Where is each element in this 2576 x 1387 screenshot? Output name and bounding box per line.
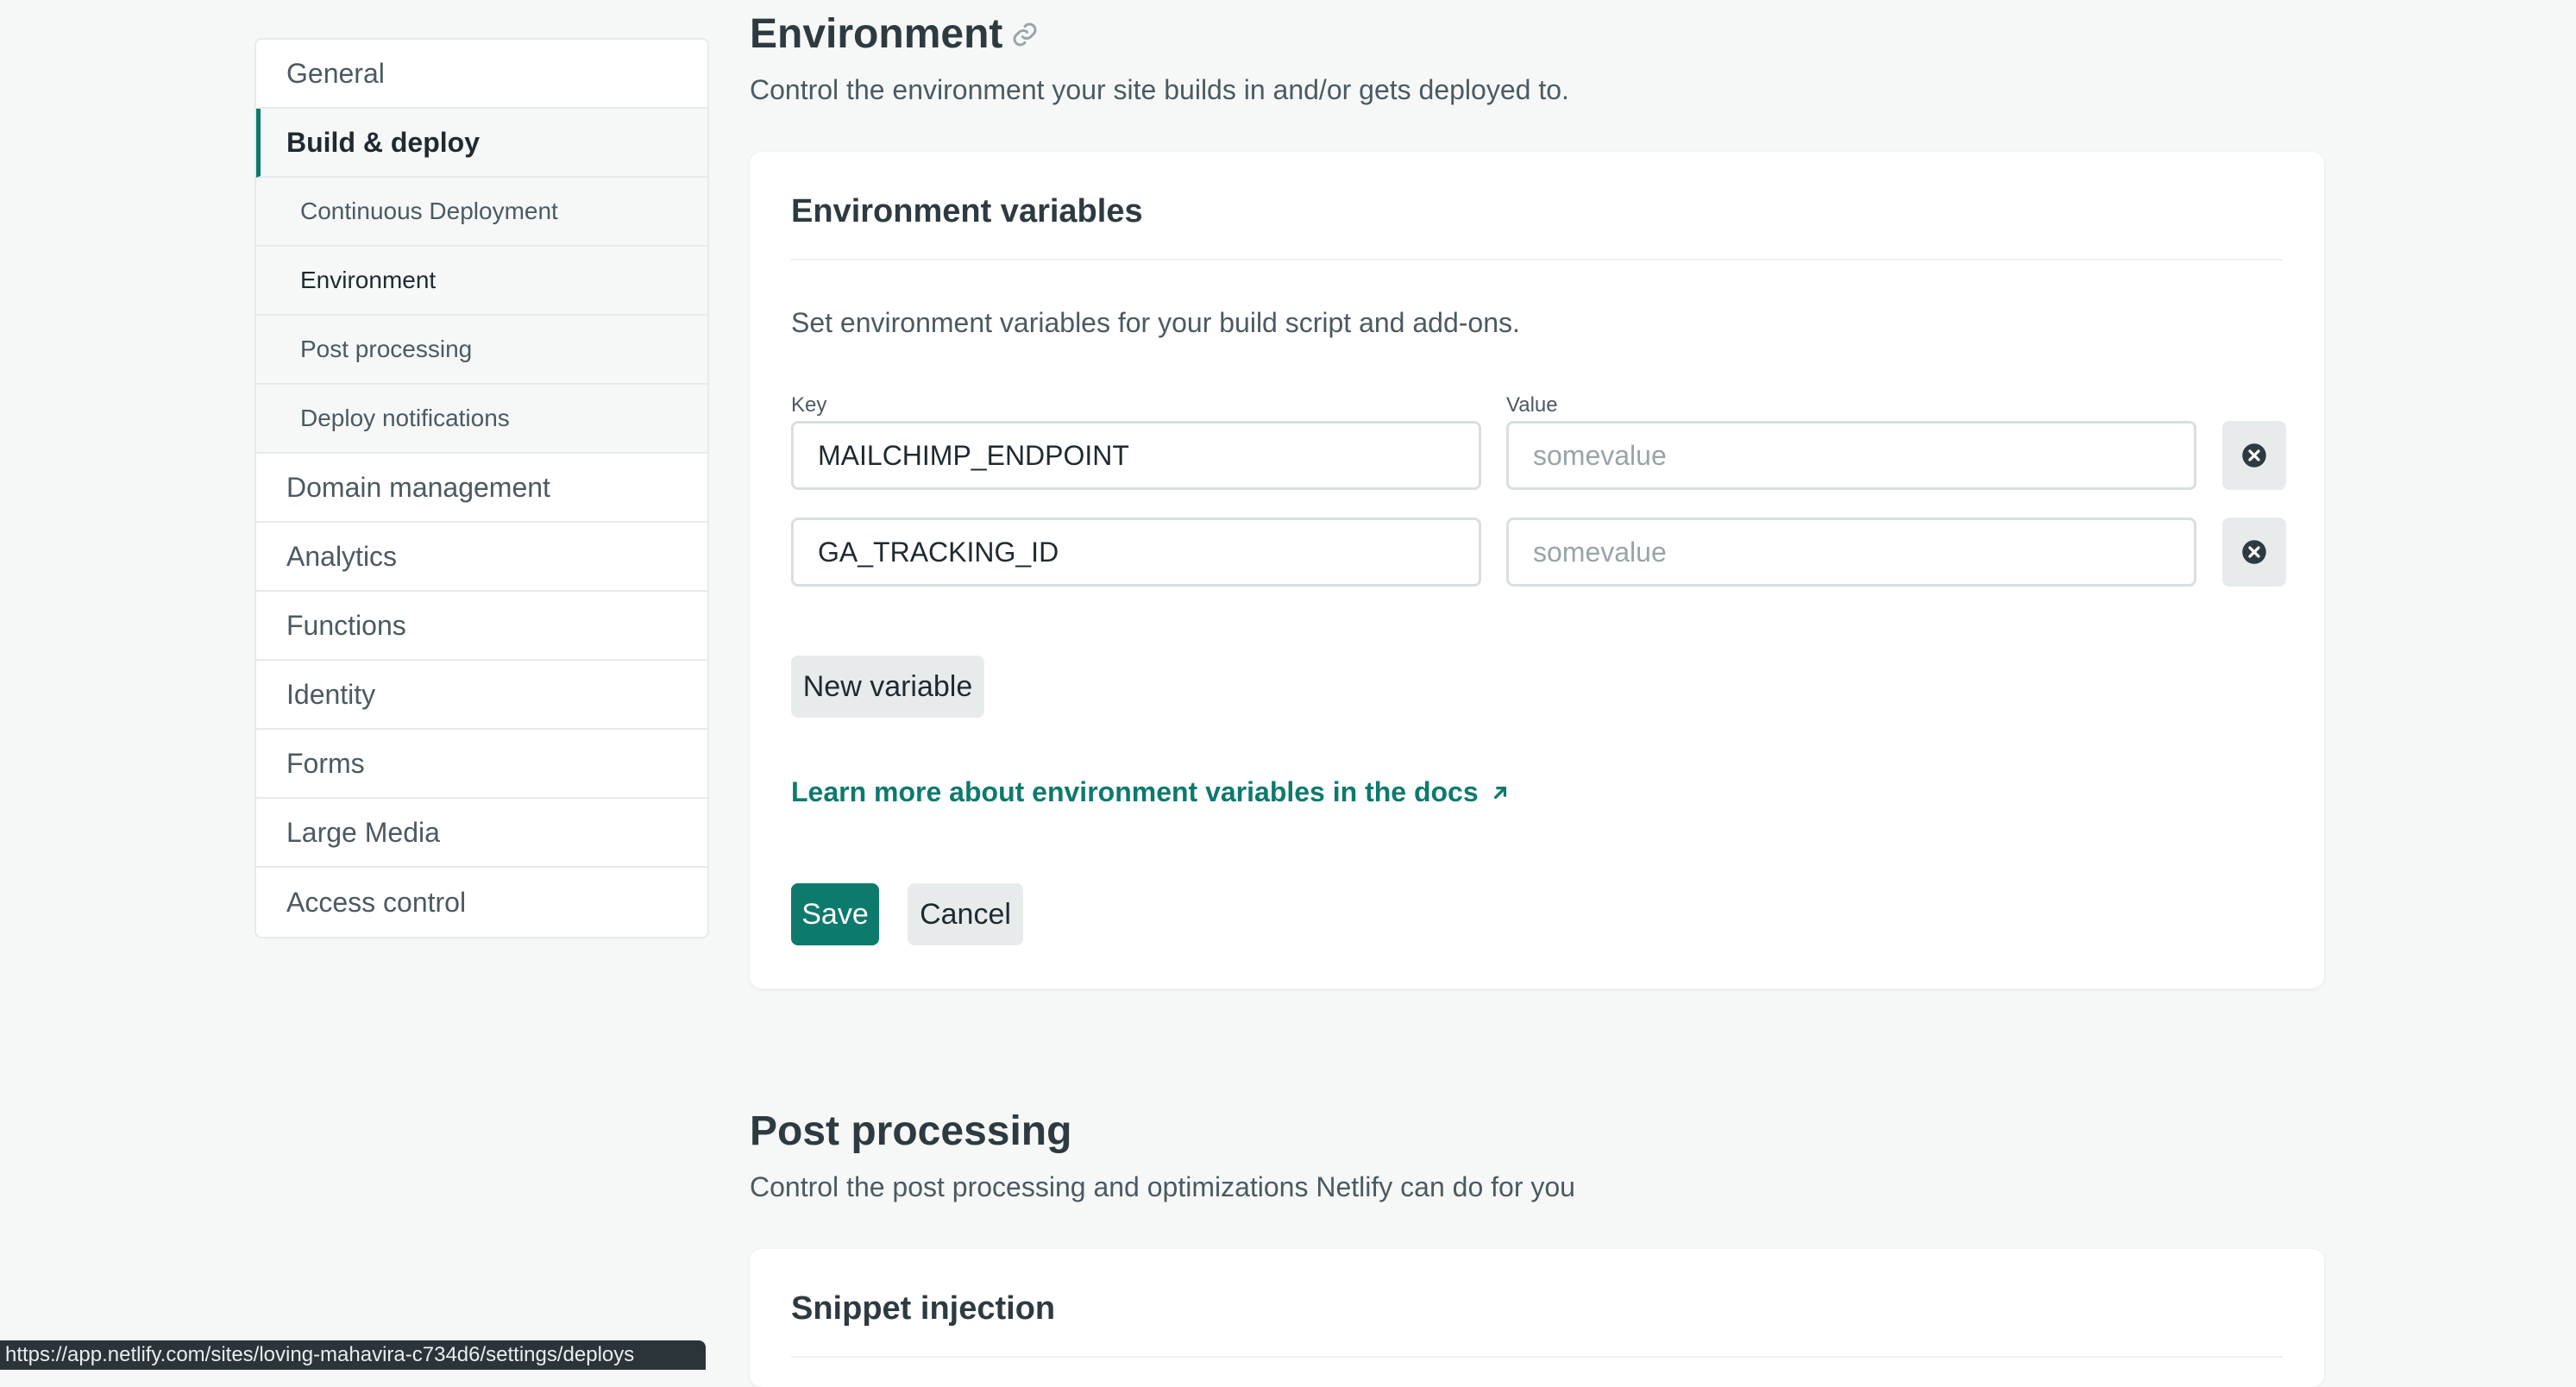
env-key-input-1[interactable]: MAILCHIMP_ENDPOINT <box>791 421 1481 490</box>
cancel-button[interactable]: Cancel <box>908 883 1023 945</box>
key-label: Key <box>791 393 827 417</box>
save-button[interactable]: Save <box>791 883 879 945</box>
sidebar-item-general[interactable]: General <box>256 40 707 109</box>
card-description: Set environment variables for your build… <box>791 307 1520 338</box>
value-label: Value <box>1506 393 1558 417</box>
docs-link-text: Learn more about environment variables i… <box>791 776 1479 807</box>
close-circle-icon <box>2242 540 2266 564</box>
card-divider <box>791 259 2283 260</box>
environment-variables-card: Environment variables Set environment va… <box>750 152 2324 988</box>
card-divider <box>791 1356 2283 1358</box>
sidebar-item-domain-management[interactable]: Domain management <box>256 454 707 523</box>
close-circle-icon <box>2242 443 2266 468</box>
env-value-input-1[interactable]: somevalue <box>1506 421 2196 490</box>
external-link-icon <box>1493 786 1506 799</box>
settings-sidebar: General Build & deploy Continuous Deploy… <box>254 38 709 938</box>
sidebar-item-identity[interactable]: Identity <box>256 661 707 730</box>
env-key-input-2[interactable]: GA_TRACKING_ID <box>791 518 1481 587</box>
post-processing-description: Control the post processing and optimiza… <box>750 1171 1575 1202</box>
sidebar-subitem-deploy-notifications[interactable]: Deploy notifications <box>256 385 707 454</box>
sidebar-subitem-continuous-deployment[interactable]: Continuous Deployment <box>256 178 707 247</box>
remove-variable-button-1[interactable] <box>2222 421 2286 490</box>
card-title: Environment variables <box>791 193 1143 229</box>
sidebar-item-build-deploy[interactable]: Build & deploy <box>256 109 707 178</box>
sidebar-subitem-post-processing[interactable]: Post processing <box>256 316 707 385</box>
environment-title-text: Environment <box>750 11 1003 57</box>
environment-section-title: Environment <box>750 10 1039 58</box>
browser-status-bar: https://app.netlify.com/sites/loving-mah… <box>0 1340 706 1370</box>
sidebar-subitem-environment[interactable]: Environment <box>256 247 707 316</box>
environment-description: Control the environment your site builds… <box>750 74 1569 105</box>
sidebar-item-large-media[interactable]: Large Media <box>256 799 707 868</box>
snippet-injection-title: Snippet injection <box>791 1290 1056 1327</box>
env-value-input-2[interactable]: somevalue <box>1506 518 2196 587</box>
new-variable-button[interactable]: New variable <box>791 656 984 718</box>
sidebar-item-forms[interactable]: Forms <box>256 730 707 799</box>
environment-docs-link[interactable]: Learn more about environment variables i… <box>791 776 1511 808</box>
snippet-injection-card: Snippet injection <box>750 1249 2324 1387</box>
remove-variable-button-2[interactable] <box>2222 518 2286 587</box>
sidebar-item-functions[interactable]: Functions <box>256 592 707 661</box>
sidebar-item-analytics[interactable]: Analytics <box>256 523 707 592</box>
sidebar-item-access-control[interactable]: Access control <box>256 868 707 937</box>
anchor-link-icon[interactable] <box>1011 21 1039 48</box>
post-processing-section-title: Post processing <box>750 1108 1072 1154</box>
